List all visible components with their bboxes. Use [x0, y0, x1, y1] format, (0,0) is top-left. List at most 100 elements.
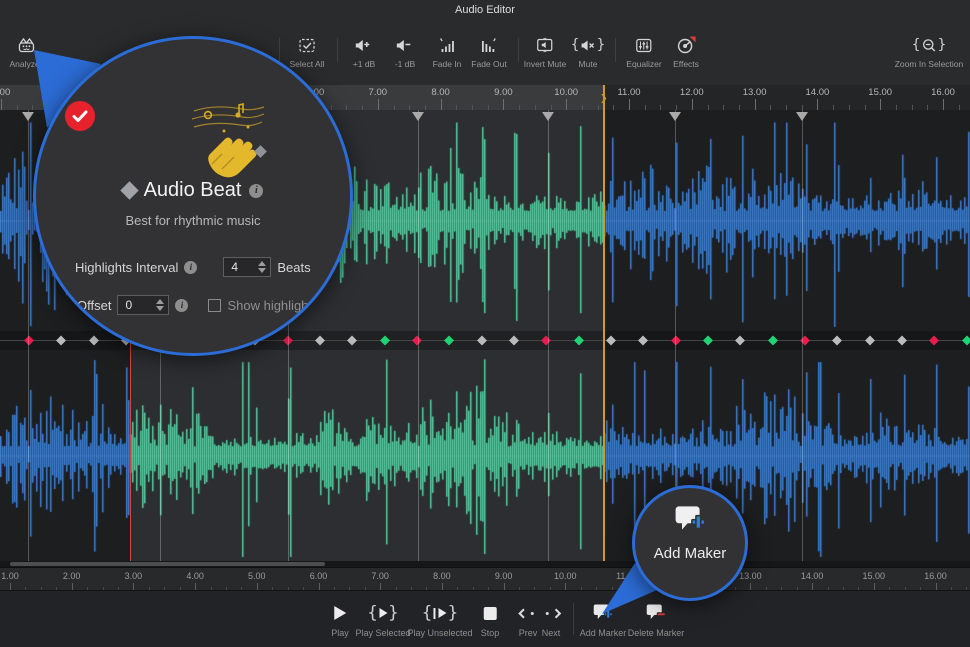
- transport-separator: [573, 603, 574, 635]
- ruler-major-tick: [629, 99, 630, 110]
- toolbar-separator: [279, 38, 280, 62]
- invert-mute-button[interactable]: Invert Mute: [524, 34, 567, 69]
- clapping-hands-icon: [164, 97, 274, 185]
- interval-value: 4: [231, 260, 250, 274]
- play-selected-button[interactable]: {} Play Selected: [355, 601, 410, 638]
- ruler-major-tick: [503, 99, 504, 110]
- mute-button[interactable]: { } Mute: [571, 34, 606, 69]
- delete-marker-button[interactable]: Delete Marker: [628, 601, 685, 638]
- ruler-tick-label: 16.00: [931, 87, 955, 98]
- play-unselected-label: Play Unselected: [407, 628, 472, 638]
- ruler-major-tick: [943, 99, 944, 110]
- zoom-in-selection-button[interactable]: { } Zoom In Selection: [895, 34, 964, 69]
- fade-out-button[interactable]: Fade Out: [471, 34, 506, 69]
- vol-up-label: +1 dB: [353, 59, 375, 69]
- equalizer-label: Equalizer: [626, 59, 661, 69]
- ruler-major-tick: [566, 99, 567, 110]
- play-icon: [331, 601, 349, 625]
- beat-diamond: [477, 336, 487, 346]
- fade-in-button[interactable]: Fade In: [433, 34, 462, 69]
- interval-spinner[interactable]: 4: [223, 257, 271, 277]
- transport-bar: Play {} Play Selected {} Play Unselected…: [0, 590, 970, 647]
- window-title: Audio Editor: [0, 4, 970, 16]
- playhead-line[interactable]: [603, 85, 605, 561]
- spinner-arrows[interactable]: [154, 299, 166, 311]
- marker-handle[interactable]: [542, 112, 554, 121]
- beat-diamond: [509, 336, 519, 346]
- effects-icon: [673, 34, 699, 56]
- info-icon[interactable]: i: [175, 299, 188, 312]
- play-button[interactable]: Play: [331, 601, 349, 638]
- toolbar-separator: [615, 38, 616, 62]
- play-selected-label: Play Selected: [355, 628, 410, 638]
- offset-value: 0: [125, 298, 148, 312]
- add-marker-label: Add Marker: [580, 628, 627, 638]
- marker-handle[interactable]: [22, 112, 34, 121]
- spin-down-icon[interactable]: [258, 268, 266, 273]
- add-marker-icon: [580, 601, 627, 625]
- beat-diamond: [574, 336, 584, 346]
- beat-diamond: [24, 336, 34, 346]
- beat-diamond: [315, 336, 325, 346]
- select-all-button[interactable]: Select All: [290, 34, 325, 69]
- info-icon[interactable]: i: [184, 261, 197, 274]
- beat-diamond: [56, 336, 66, 346]
- ruler-tick-label: 6.00: [310, 571, 328, 581]
- vol-down-button[interactable]: -1 dB: [395, 34, 415, 69]
- timeline-ruler-bottom[interactable]: 1.002.003.004.005.006.007.008.009.0010.0…: [0, 567, 970, 590]
- equalizer-button[interactable]: Equalizer: [626, 34, 661, 69]
- add-marker-callout-label: Add Maker: [635, 545, 745, 562]
- ruler-major-tick: [692, 99, 693, 110]
- ruler-major-tick: [378, 99, 379, 110]
- prev-button[interactable]: Prev: [519, 601, 538, 638]
- play-unselected-button[interactable]: {} Play Unselected: [407, 601, 472, 638]
- beat-diamond: [897, 336, 907, 346]
- highlights-interval-label: Highlights Interval: [75, 260, 178, 275]
- prev-icon: [519, 601, 538, 625]
- effects-button[interactable]: Effects: [673, 34, 699, 69]
- add-marker-button[interactable]: Add Marker: [580, 601, 627, 638]
- spin-up-icon[interactable]: [258, 261, 266, 266]
- equalizer-icon: [626, 34, 661, 56]
- beat-diamond: [347, 336, 357, 346]
- ruler-tick-label: 9.00: [494, 87, 513, 98]
- play-label: Play: [331, 628, 349, 638]
- info-icon[interactable]: i: [249, 184, 263, 198]
- spin-down-icon[interactable]: [156, 306, 164, 311]
- ruler-tick-label: 9.00: [495, 571, 513, 581]
- ruler-tick-label: 16.00: [924, 571, 947, 581]
- invert-mute-icon: [524, 34, 567, 56]
- offset-spinner[interactable]: 0: [117, 295, 169, 315]
- invert-mute-label: Invert Mute: [524, 59, 567, 69]
- beat-panel-subtitle: Best for rhythmic music: [36, 213, 350, 228]
- playhead-handle[interactable]: ❯: [600, 94, 608, 104]
- audio-editor-window: Audio Editor Analyzer Select All: [0, 0, 970, 647]
- marker-handle[interactable]: [796, 112, 808, 121]
- ruler-tick-label: 8.00: [433, 571, 451, 581]
- fade-in-icon: [433, 34, 462, 56]
- next-button[interactable]: Next: [542, 601, 561, 638]
- marker-handle[interactable]: [669, 112, 681, 121]
- delete-marker-label: Delete Marker: [628, 628, 685, 638]
- ruler-tick-label: 7.00: [371, 571, 389, 581]
- waveform-channel-right[interactable]: [0, 350, 970, 561]
- scrollbar-thumb[interactable]: [10, 562, 325, 566]
- vol-up-button[interactable]: +1 dB: [353, 34, 375, 69]
- marker-handle[interactable]: [412, 112, 424, 121]
- ruler-tick-label: 1.00: [1, 571, 19, 581]
- show-highlights-checkbox[interactable]: [208, 299, 221, 312]
- toolbar-separator: [518, 38, 519, 62]
- audio-beat-callout: Audio Beat i Best for rhythmic music Hig…: [33, 36, 353, 356]
- ruler-tick-label: 2.00: [63, 571, 81, 581]
- ruler-tick-label: 14.00: [806, 87, 830, 98]
- spinner-arrows[interactable]: [256, 261, 268, 273]
- spin-up-icon[interactable]: [156, 299, 164, 304]
- stop-button[interactable]: Stop: [481, 601, 500, 638]
- marker-line: [802, 110, 803, 561]
- play-selected-icon: {}: [355, 601, 410, 625]
- analyzer-button[interactable]: Analyzer: [9, 34, 42, 69]
- mute-label: Mute: [571, 59, 606, 69]
- stop-icon: [481, 601, 500, 625]
- fade-out-label: Fade Out: [471, 59, 506, 69]
- ruler-tick-label: 15.00: [868, 87, 892, 98]
